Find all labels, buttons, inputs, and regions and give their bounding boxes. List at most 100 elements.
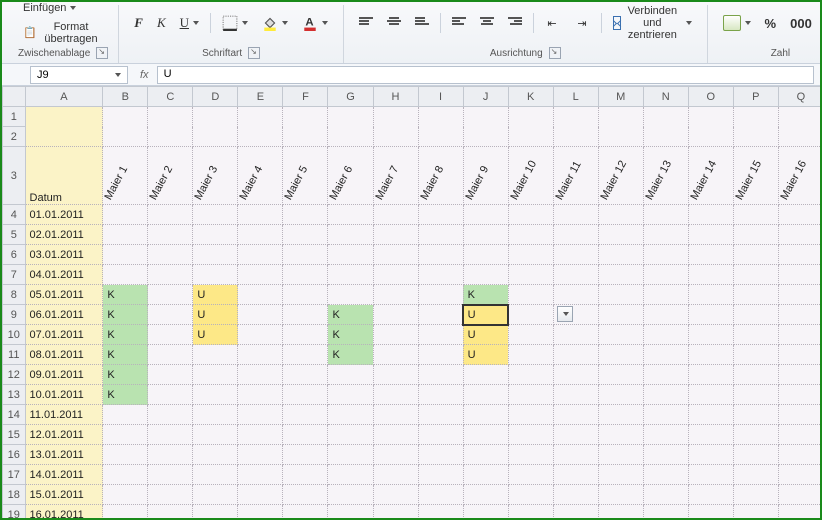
data-cell[interactable]: [283, 265, 328, 285]
data-cell[interactable]: [283, 205, 328, 225]
data-cell[interactable]: [553, 405, 598, 425]
data-cell[interactable]: [598, 445, 643, 465]
borders-button[interactable]: [217, 12, 253, 34]
data-cell[interactable]: [328, 205, 373, 225]
person-header-cell[interactable]: Maier 5: [283, 147, 328, 205]
person-header-cell[interactable]: Maier 8: [418, 147, 463, 205]
data-cell[interactable]: [598, 345, 643, 365]
data-cell[interactable]: [733, 225, 778, 245]
data-cell[interactable]: [688, 505, 733, 519]
data-cell[interactable]: [238, 425, 283, 445]
align-middle-button[interactable]: [382, 13, 406, 33]
data-cell[interactable]: [103, 445, 148, 465]
row-header[interactable]: 14: [3, 405, 26, 425]
person-header-cell[interactable]: Maier 1: [103, 147, 148, 205]
data-cell[interactable]: [103, 425, 148, 445]
data-cell[interactable]: [373, 425, 418, 445]
data-cell[interactable]: K: [103, 285, 148, 305]
data-cell[interactable]: [598, 365, 643, 385]
data-cell[interactable]: [418, 445, 463, 465]
data-cell[interactable]: [103, 465, 148, 485]
data-cell[interactable]: [688, 265, 733, 285]
row-header[interactable]: 5: [3, 225, 26, 245]
data-cell[interactable]: [778, 345, 820, 365]
data-cell[interactable]: [688, 285, 733, 305]
data-cell[interactable]: [508, 365, 553, 385]
underline-button[interactable]: U: [175, 12, 204, 34]
data-cell[interactable]: [643, 245, 688, 265]
data-cell[interactable]: [598, 325, 643, 345]
person-header-cell[interactable]: Maier 10: [508, 147, 553, 205]
data-cell[interactable]: [373, 325, 418, 345]
data-cell[interactable]: [643, 385, 688, 405]
data-cell[interactable]: [688, 345, 733, 365]
date-cell[interactable]: 04.01.2011: [25, 265, 103, 285]
data-cell[interactable]: [553, 365, 598, 385]
data-cell[interactable]: [553, 505, 598, 519]
data-cell[interactable]: [778, 205, 820, 225]
data-cell[interactable]: [373, 485, 418, 505]
column-header[interactable]: Q: [778, 87, 820, 107]
data-cell[interactable]: [238, 265, 283, 285]
data-cell[interactable]: [148, 285, 193, 305]
data-cell[interactable]: [688, 465, 733, 485]
data-cell[interactable]: [553, 425, 598, 445]
increase-indent-button[interactable]: ⇥: [569, 12, 595, 34]
data-cell[interactable]: [193, 345, 238, 365]
data-cell[interactable]: [688, 305, 733, 325]
data-cell[interactable]: [688, 405, 733, 425]
data-cell[interactable]: K: [328, 325, 373, 345]
data-cell[interactable]: [688, 225, 733, 245]
data-cell[interactable]: [463, 425, 508, 445]
data-cell[interactable]: K: [103, 305, 148, 325]
column-header[interactable]: B: [103, 87, 148, 107]
data-cell[interactable]: K: [103, 325, 148, 345]
data-cell[interactable]: [283, 365, 328, 385]
row-header[interactable]: 4: [3, 205, 26, 225]
data-cell[interactable]: [328, 225, 373, 245]
data-cell[interactable]: [643, 505, 688, 519]
column-header[interactable]: I: [418, 87, 463, 107]
data-cell[interactable]: [328, 485, 373, 505]
data-cell[interactable]: [778, 425, 820, 445]
date-cell[interactable]: 02.01.2011: [25, 225, 103, 245]
data-cell[interactable]: [688, 245, 733, 265]
data-cell[interactable]: [328, 445, 373, 465]
date-cell[interactable]: 14.01.2011: [25, 465, 103, 485]
date-header-cell[interactable]: Datum: [25, 147, 103, 205]
data-cell[interactable]: [733, 285, 778, 305]
data-cell[interactable]: [238, 405, 283, 425]
data-cell[interactable]: [733, 505, 778, 519]
data-cell[interactable]: [688, 325, 733, 345]
date-cell[interactable]: 09.01.2011: [25, 365, 103, 385]
data-cell[interactable]: K: [463, 285, 508, 305]
column-header[interactable]: G: [328, 87, 373, 107]
data-cell[interactable]: [553, 445, 598, 465]
data-cell[interactable]: [328, 465, 373, 485]
date-cell[interactable]: 11.01.2011: [25, 405, 103, 425]
data-cell[interactable]: [373, 205, 418, 225]
data-cell[interactable]: [778, 265, 820, 285]
data-cell[interactable]: [148, 405, 193, 425]
data-cell[interactable]: [463, 505, 508, 519]
data-cell[interactable]: [418, 365, 463, 385]
data-cell[interactable]: [373, 345, 418, 365]
data-cell[interactable]: [283, 325, 328, 345]
data-cell[interactable]: [778, 365, 820, 385]
data-cell[interactable]: [733, 205, 778, 225]
data-cell[interactable]: [103, 205, 148, 225]
data-cell[interactable]: [553, 225, 598, 245]
data-cell[interactable]: [418, 325, 463, 345]
data-cell[interactable]: [418, 265, 463, 285]
person-header-cell[interactable]: Maier 2: [148, 147, 193, 205]
row-header[interactable]: 12: [3, 365, 26, 385]
align-top-button[interactable]: [354, 13, 378, 33]
data-cell[interactable]: [238, 485, 283, 505]
data-cell[interactable]: [148, 325, 193, 345]
data-cell[interactable]: [733, 425, 778, 445]
data-cell[interactable]: [148, 445, 193, 465]
row-header[interactable]: 17: [3, 465, 26, 485]
data-cell[interactable]: [508, 265, 553, 285]
row-header[interactable]: 3: [3, 147, 26, 205]
data-cell[interactable]: [328, 405, 373, 425]
